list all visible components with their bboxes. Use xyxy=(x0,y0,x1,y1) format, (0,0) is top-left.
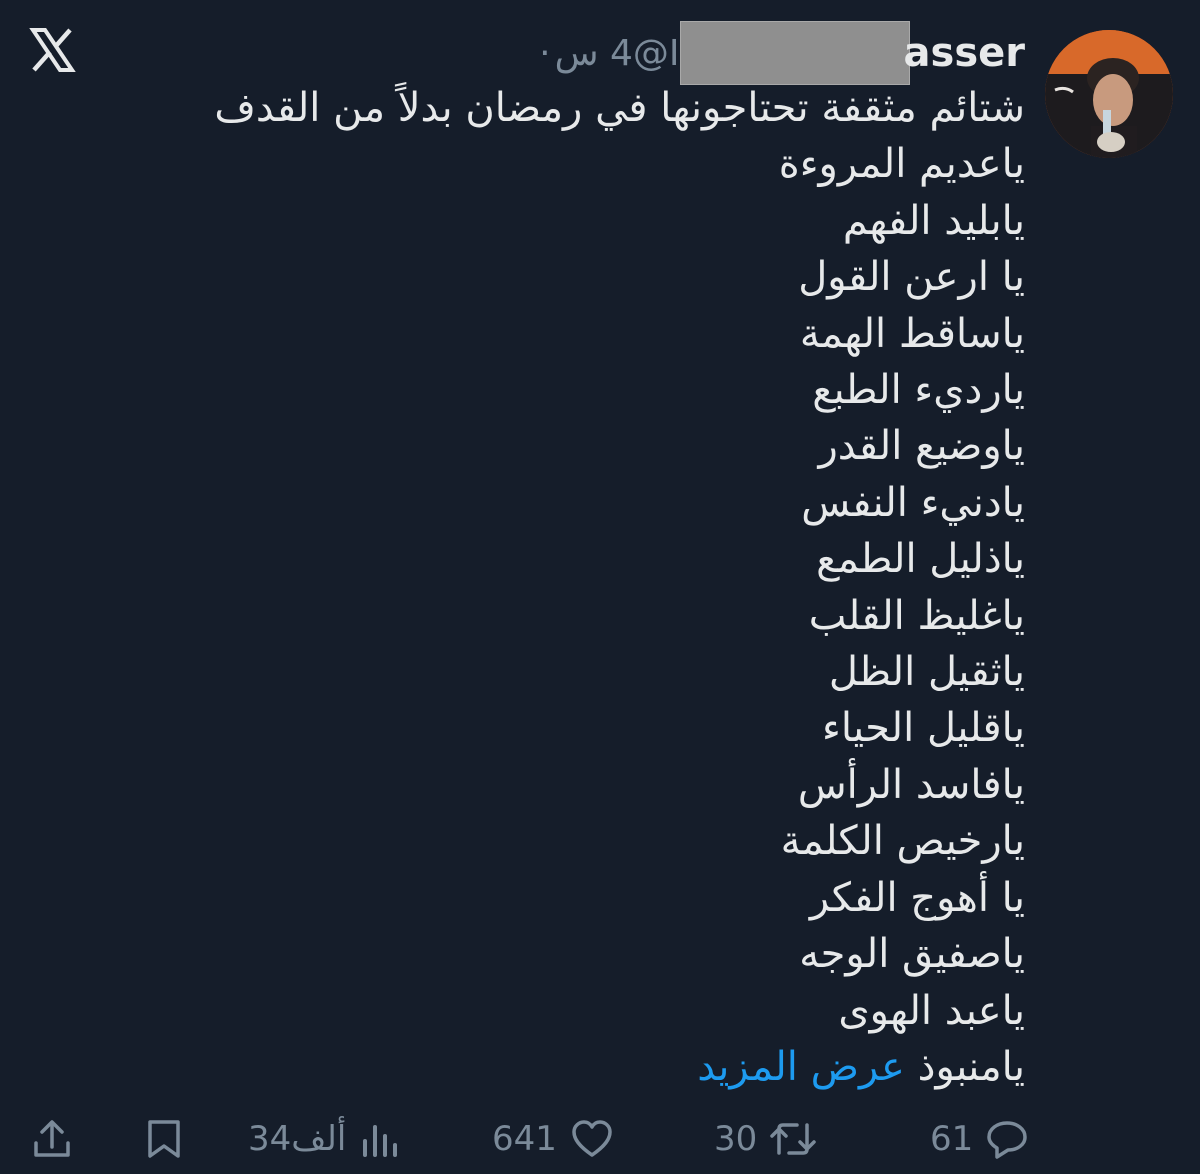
action-bar: 34ألف 641 30 61 xyxy=(0,1110,1200,1168)
tweet-line: يا ارعن القول xyxy=(798,254,1025,301)
avatar[interactable] xyxy=(1045,30,1173,158)
reply-icon xyxy=(985,1119,1029,1159)
views-button[interactable]: 34ألف xyxy=(248,1110,400,1168)
tweet-line: ياذليل الطمع xyxy=(816,536,1025,583)
tweet-line: يارديء الطبع xyxy=(812,367,1025,414)
tweet-last-line: يامنبوذ عرض المزيد xyxy=(165,1039,1025,1095)
reply-button[interactable]: 61 xyxy=(930,1110,1029,1168)
tweet-time[interactable]: 4 س xyxy=(555,33,633,74)
x-logo-icon[interactable] xyxy=(28,26,76,74)
tweet-body: شتائم مثقفة تحتاجونها في رمضان بدلاً من … xyxy=(165,80,1025,1095)
tweet-line: يا أهوج الفكر xyxy=(809,874,1025,921)
like-icon xyxy=(571,1119,613,1159)
repost-icon xyxy=(769,1119,817,1159)
show-more-link[interactable]: عرض المزيد xyxy=(697,1044,905,1090)
tweet-line: يافاسد الرأس xyxy=(797,761,1025,808)
tweet-meta: 4 س · xyxy=(535,33,633,74)
reply-count: 61 xyxy=(930,1119,974,1159)
like-button[interactable]: 641 xyxy=(492,1110,613,1168)
tweet-line: ياصفيق الوجه xyxy=(799,931,1025,978)
bookmark-icon xyxy=(146,1118,182,1160)
tweet-line: ياعديم المروءة xyxy=(778,141,1025,188)
views-icon xyxy=(360,1119,400,1159)
like-count: 641 xyxy=(492,1119,557,1159)
tweet-line: ياغليظ القلب xyxy=(808,592,1025,639)
meta-separator: · xyxy=(539,32,551,74)
bookmark-button[interactable] xyxy=(146,1110,182,1168)
tweet-line: ياقليل الحياء xyxy=(822,705,1025,752)
repost-button[interactable]: 30 xyxy=(714,1110,817,1168)
tweet-line: يارخيص الكلمة xyxy=(780,818,1025,865)
tweet-line: يابليد الفهم xyxy=(842,197,1025,244)
repost-count: 30 xyxy=(714,1119,758,1159)
author-name[interactable]: asser xyxy=(904,30,1025,76)
share-icon xyxy=(32,1117,72,1161)
tweet-header: 4 س · @I asser xyxy=(535,21,1025,85)
tweet-line: ياوضيع القدر xyxy=(818,423,1025,470)
tweet-line: ياعبد الهوى xyxy=(838,987,1025,1034)
views-count: 34ألف xyxy=(248,1119,347,1159)
tweet-last-line-text: يامنبوذ xyxy=(917,1043,1025,1090)
tweet-line: يادنيء النفس xyxy=(801,479,1025,526)
author-handle[interactable]: @I xyxy=(633,33,680,74)
tweet-line: شتائم مثقفة تحتاجونها في رمضان بدلاً من … xyxy=(214,85,1025,131)
tweet-line: ياثقيل الظل xyxy=(828,649,1025,696)
tweet-line: ياساقط الهمة xyxy=(799,310,1025,357)
share-button[interactable] xyxy=(32,1110,72,1168)
redaction-box xyxy=(679,21,910,85)
